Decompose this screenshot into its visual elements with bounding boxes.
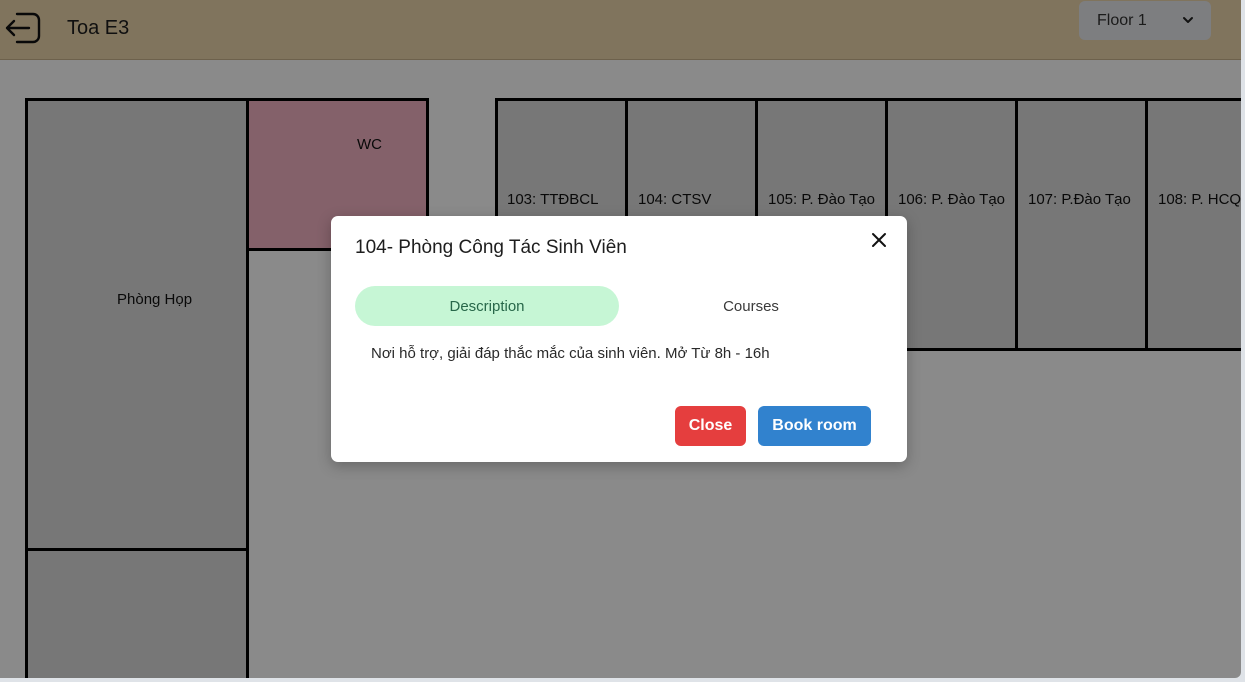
tab-description[interactable]: Description	[355, 286, 619, 326]
tab-courses[interactable]: Courses	[619, 286, 883, 326]
close-icon	[872, 233, 886, 247]
book-room-button[interactable]: Book room	[758, 406, 871, 446]
modal-close-button[interactable]	[871, 232, 887, 248]
window-bottom-edge	[0, 678, 1245, 682]
room-description: Nơi hỗ trợ, giải đáp thắc mắc của sinh v…	[371, 345, 770, 362]
app-window: Toa E3 Floor 1 Phòng Họp WC 103: TTĐBCL …	[0, 0, 1241, 678]
window-edge	[1241, 0, 1245, 682]
close-button[interactable]: Close	[675, 406, 746, 446]
modal-title: 104- Phòng Công Tác Sinh Viên	[355, 237, 627, 258]
room-detail-modal: 104- Phòng Công Tác Sinh Viên Descriptio…	[331, 216, 907, 462]
